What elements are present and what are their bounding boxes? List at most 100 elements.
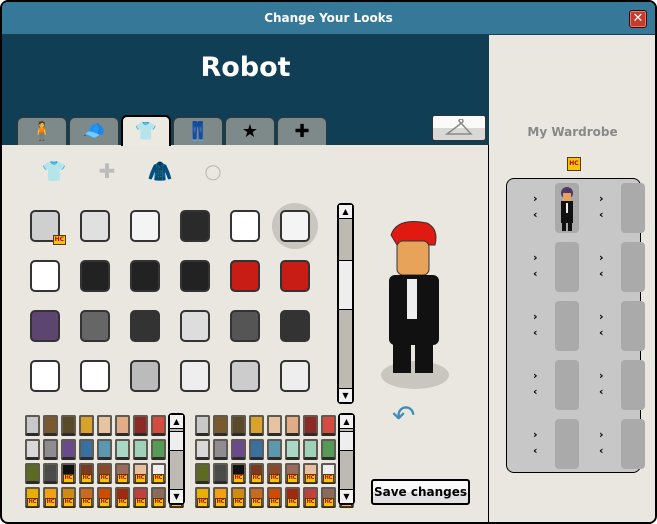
color-swatch[interactable]: HC [115, 463, 130, 484]
color-swatch[interactable] [43, 439, 58, 460]
color-swatch[interactable] [195, 439, 210, 460]
scroll-thumb[interactable] [340, 431, 353, 451]
wardrobe-save-arrow-icon[interactable]: › [599, 311, 604, 323]
color-swatch[interactable]: HC [249, 463, 264, 484]
wardrobe-slot[interactable] [621, 242, 645, 292]
color-swatch[interactable] [97, 439, 112, 460]
color-swatch[interactable] [267, 439, 282, 460]
clothing-item[interactable] [170, 351, 220, 401]
color-swatch[interactable] [115, 415, 130, 436]
color-swatch[interactable] [25, 415, 40, 436]
clothing-item[interactable] [120, 201, 170, 251]
tab-special[interactable]: ★ [225, 117, 275, 145]
color-swatch[interactable]: HC [303, 463, 318, 484]
color-swatch[interactable] [249, 439, 264, 460]
color-swatch[interactable]: HC [61, 463, 76, 484]
scroll-up-button[interactable]: ▲ [340, 415, 353, 429]
color-swatch[interactable]: HC [213, 487, 228, 508]
color-swatch[interactable] [303, 439, 318, 460]
clothing-item[interactable] [220, 301, 270, 351]
color-swatch[interactable] [321, 415, 336, 436]
color-swatch[interactable] [25, 439, 40, 460]
wardrobe-save-arrow-icon[interactable]: › [533, 311, 538, 323]
color-swatch[interactable]: HC [195, 487, 210, 508]
wardrobe-load-arrow-icon[interactable]: ‹ [599, 268, 604, 280]
palette-secondary-scrollbar[interactable]: ▲ ▼ [338, 413, 355, 505]
tab-legs[interactable]: 👖 [173, 117, 223, 145]
color-swatch[interactable] [97, 415, 112, 436]
clothing-item[interactable]: HC [20, 201, 70, 251]
color-swatch[interactable] [321, 439, 336, 460]
clothing-item[interactable] [120, 301, 170, 351]
color-swatch[interactable]: HC [267, 487, 282, 508]
clothing-item[interactable] [20, 301, 70, 351]
color-swatch[interactable] [43, 415, 58, 436]
title-bar[interactable]: Change Your Looks ✕ [2, 2, 655, 35]
color-swatch[interactable] [249, 415, 264, 436]
color-swatch[interactable]: HC [79, 487, 94, 508]
color-swatch[interactable] [151, 415, 166, 436]
wardrobe-save-arrow-icon[interactable]: › [533, 429, 538, 441]
color-swatch[interactable]: HC [321, 463, 336, 484]
color-swatch[interactable] [285, 439, 300, 460]
clothing-item[interactable] [70, 351, 120, 401]
color-swatch[interactable] [43, 463, 58, 484]
color-swatch[interactable]: HC [285, 463, 300, 484]
color-swatch[interactable] [213, 415, 228, 436]
items-scrollbar[interactable]: ▲ ▼ [337, 203, 354, 404]
wardrobe-load-arrow-icon[interactable]: ‹ [599, 386, 604, 398]
color-swatch[interactable] [115, 439, 130, 460]
color-swatch[interactable]: HC [231, 463, 246, 484]
clothing-item[interactable] [20, 351, 70, 401]
color-swatch[interactable] [285, 415, 300, 436]
wardrobe-load-arrow-icon[interactable]: ‹ [599, 209, 604, 221]
clothing-item[interactable] [70, 251, 120, 301]
close-button[interactable]: ✕ [629, 10, 647, 28]
wardrobe-slot[interactable] [621, 183, 645, 233]
color-swatch[interactable] [25, 463, 40, 484]
color-swatch[interactable] [79, 439, 94, 460]
color-swatch[interactable]: HC [285, 487, 300, 508]
scroll-down-button[interactable]: ▼ [170, 489, 183, 503]
color-swatch[interactable]: HC [133, 463, 148, 484]
wardrobe-slot[interactable] [555, 301, 579, 351]
wardrobe-save-arrow-icon[interactable]: › [599, 252, 604, 264]
clothing-item[interactable] [20, 251, 70, 301]
wardrobe-slot[interactable] [621, 419, 645, 469]
wardrobe-load-arrow-icon[interactable]: ‹ [533, 445, 538, 457]
clothing-item[interactable] [70, 301, 120, 351]
color-swatch[interactable]: HC [231, 487, 246, 508]
color-swatch[interactable]: HC [61, 487, 76, 508]
color-swatch[interactable] [303, 415, 318, 436]
color-swatch[interactable] [213, 439, 228, 460]
color-swatch[interactable]: HC [267, 463, 282, 484]
color-swatch[interactable] [267, 415, 282, 436]
clothing-item[interactable] [270, 201, 320, 251]
color-swatch[interactable] [195, 415, 210, 436]
color-swatch[interactable]: HC [43, 487, 58, 508]
color-swatch[interactable] [231, 439, 246, 460]
clothing-item[interactable] [170, 251, 220, 301]
clothing-item[interactable] [170, 301, 220, 351]
color-swatch[interactable]: HC [97, 487, 112, 508]
color-swatch[interactable]: HC [115, 487, 130, 508]
subcategory-jacket[interactable]: 🧥 [144, 157, 176, 185]
wardrobe-toggle-button[interactable] [432, 115, 486, 141]
wardrobe-save-arrow-icon[interactable]: › [533, 193, 538, 205]
color-swatch[interactable]: HC [303, 487, 318, 508]
scroll-thumb[interactable] [339, 260, 352, 310]
scroll-up-button[interactable]: ▲ [339, 205, 352, 219]
clothing-item[interactable] [220, 201, 270, 251]
wardrobe-save-arrow-icon[interactable]: › [533, 252, 538, 264]
wardrobe-load-arrow-icon[interactable]: ‹ [533, 209, 538, 221]
color-swatch[interactable] [61, 439, 76, 460]
save-changes-button[interactable]: Save changes [371, 479, 470, 505]
subcategory-necklace[interactable]: ○ [197, 157, 229, 185]
scroll-thumb[interactable] [170, 431, 183, 451]
color-swatch[interactable]: HC [133, 487, 148, 508]
clothing-item[interactable] [270, 351, 320, 401]
clothing-item[interactable] [70, 201, 120, 251]
wardrobe-slot[interactable] [621, 301, 645, 351]
wardrobe-save-arrow-icon[interactable]: › [599, 193, 604, 205]
clothing-item[interactable] [170, 201, 220, 251]
